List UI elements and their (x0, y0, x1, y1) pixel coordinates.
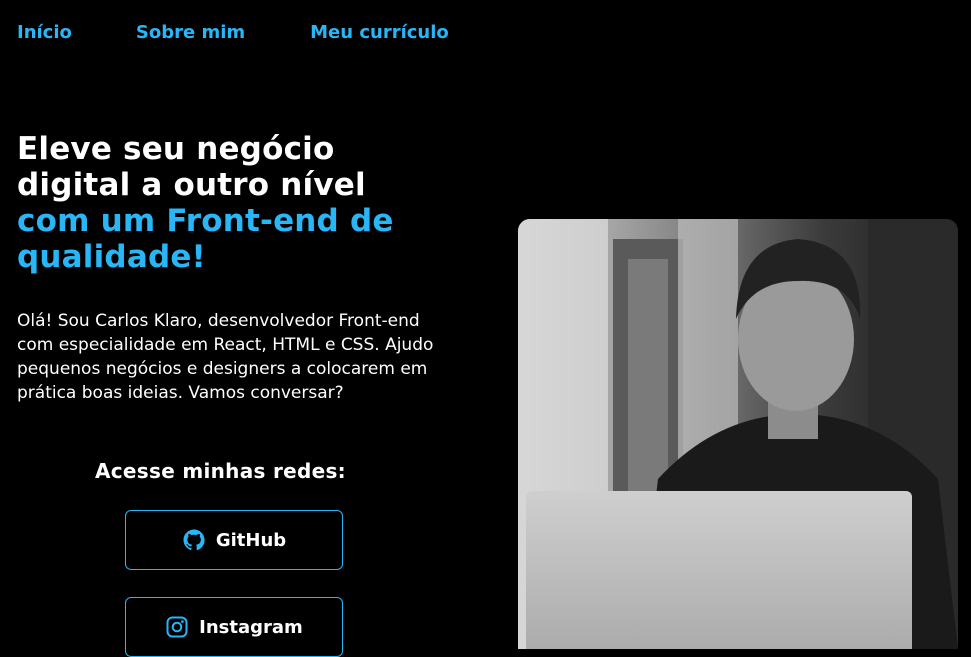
hero-headline: Eleve seu negócio digital a outro nível … (17, 131, 497, 275)
nav-link-sobre-mim[interactable]: Sobre mim (136, 22, 245, 44)
headline-line-1: Eleve seu negócio (17, 131, 335, 167)
profile-photo-illustration (518, 219, 958, 649)
github-label: GitHub (215, 529, 287, 551)
instagram-icon (165, 615, 189, 639)
instagram-label: Instagram (199, 616, 303, 638)
headline-line-4: qualidade! (17, 239, 206, 275)
main-nav: Início Sobre mim Meu currículo (17, 22, 449, 44)
nav-link-inicio[interactable]: Início (17, 22, 72, 44)
github-button[interactable]: GitHub (125, 510, 343, 570)
instagram-button[interactable]: Instagram (125, 597, 343, 657)
profile-photo (518, 219, 958, 649)
headline-line-3: com um Front-end de (17, 203, 394, 239)
intro-paragraph: Olá! Sou Carlos Klaro, desenvolvedor Fro… (17, 311, 434, 403)
social-title: Acesse minhas redes: (95, 459, 346, 483)
nav-link-meu-curriculo[interactable]: Meu currículo (310, 22, 449, 44)
headline-line-2: digital a outro nível (17, 167, 366, 203)
github-icon (182, 528, 206, 552)
